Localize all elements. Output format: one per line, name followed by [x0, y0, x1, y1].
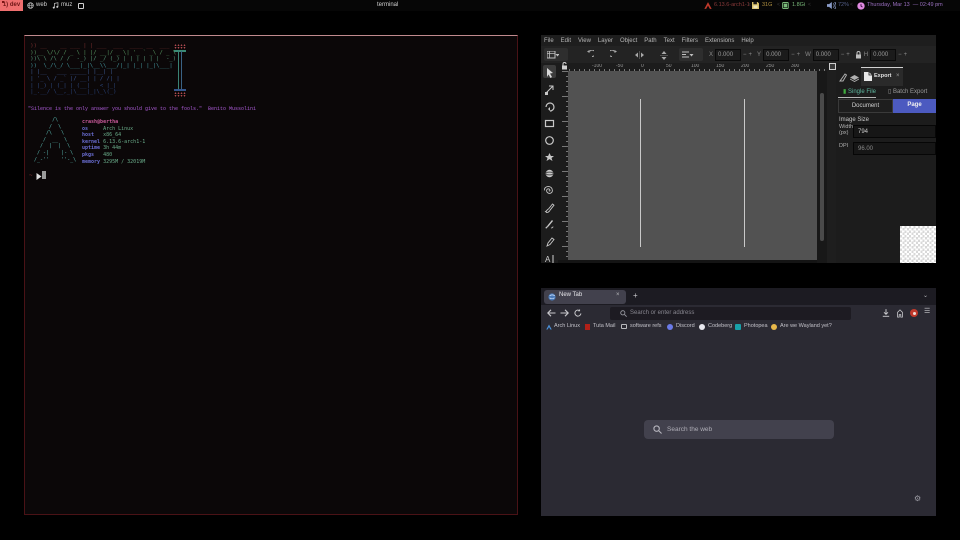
svg-text:A: A: [545, 255, 551, 263]
